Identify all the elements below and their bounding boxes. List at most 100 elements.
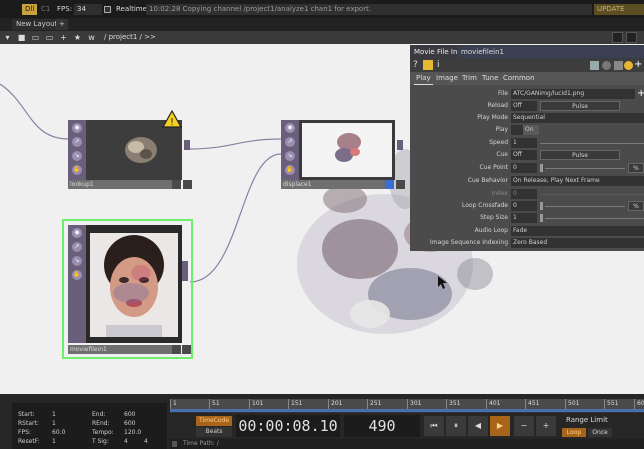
realtime-checkbox[interactable] (104, 6, 111, 13)
tab-trim[interactable]: Trim (460, 73, 479, 84)
tempo-value[interactable]: 120.0 (124, 429, 141, 436)
resetf-value[interactable]: 1 (52, 438, 56, 445)
rend-value[interactable]: 600 (124, 420, 135, 427)
viewer-icon[interactable]: ◉ (72, 228, 82, 238)
favorite-star-icon[interactable]: ★ (72, 32, 83, 43)
beats-mode-button[interactable]: Beats (196, 427, 232, 437)
bypass-icon[interactable]: ↗ (72, 137, 82, 147)
step-back-button[interactable]: − (514, 416, 534, 436)
script-icon[interactable] (614, 61, 623, 70)
loop-crossfade-slider[interactable] (545, 206, 625, 207)
step-size-slider[interactable] (545, 218, 644, 219)
pane-close-button[interactable] (626, 32, 637, 43)
viewer-icon[interactable]: ◉ (72, 123, 82, 133)
tab-play[interactable]: Play (414, 73, 433, 85)
file-browse-icon[interactable]: + (637, 88, 644, 100)
timeline-range-bar[interactable] (170, 409, 644, 412)
python-icon[interactable] (423, 60, 433, 70)
network-icon[interactable]: w (86, 32, 97, 43)
cue-point-slider-knob[interactable] (540, 164, 543, 172)
node-flag-box[interactable] (172, 345, 181, 354)
edit-icon[interactable] (590, 61, 599, 70)
timecode-display[interactable]: 00:00:08.10 (236, 415, 340, 437)
tab-image[interactable]: Image (434, 73, 460, 84)
viewer-icon[interactable]: ◉ (285, 123, 295, 133)
export-icon[interactable]: ↘ (72, 256, 82, 266)
cue-point-slider[interactable] (545, 168, 625, 169)
lock-icon[interactable]: ✋ (72, 165, 82, 175)
play-forward-button[interactable]: ▶ (490, 416, 510, 436)
reload-pulse-button[interactable]: Pulse (540, 101, 620, 111)
rstart-value[interactable]: 1 (52, 420, 56, 427)
loop-crossfade-units-button[interactable]: % (628, 201, 644, 211)
export-icon[interactable]: ↘ (72, 151, 82, 161)
cue-behavior-select[interactable]: On Release, Play Next Frame (511, 176, 644, 186)
pause-button[interactable]: ⏸ (446, 416, 466, 436)
bypass-icon[interactable]: ↗ (285, 137, 295, 147)
tab-new-layout[interactable]: New Layout (12, 19, 62, 30)
step-size-field[interactable]: 1 (511, 213, 537, 223)
network-path[interactable]: / project1 / >> (104, 31, 156, 44)
index-field[interactable]: 0 (511, 189, 537, 199)
ctrl-toggle[interactable]: C1 (38, 4, 53, 15)
node-displace1[interactable]: ◉ ↗ ↘ ✋ displace1 (281, 120, 405, 190)
update-button[interactable]: UPDATE (594, 4, 644, 15)
audio-loop-select[interactable]: Fade (511, 226, 644, 236)
menu-chevron-icon[interactable]: ▾ (2, 32, 13, 43)
play-toggle-off[interactable] (511, 125, 523, 135)
file-field[interactable]: ATC/GANimg/lucid1.png (511, 89, 635, 99)
lock-icon[interactable]: ✋ (285, 165, 295, 175)
forward-icon[interactable]: ▭ (44, 32, 55, 43)
node-lookup1[interactable]: ◉ ↗ ↘ ✋ lookup1 ! (68, 110, 192, 190)
node-flag-box[interactable] (183, 180, 192, 189)
bypass-icon[interactable]: ↗ (72, 242, 82, 252)
back-icon[interactable]: ▭ (30, 32, 41, 43)
loop-crossfade-slider-knob[interactable] (540, 202, 543, 210)
node-flag-box[interactable] (182, 345, 191, 354)
tsig-value-1[interactable]: 4 (124, 438, 128, 445)
output-connector[interactable] (184, 140, 190, 150)
node-moviefilein1[interactable]: ◉ ↗ ↘ ✋ moviefilein1 (62, 219, 193, 359)
palette-icon[interactable] (624, 61, 633, 70)
node-flag-box[interactable] (396, 180, 405, 189)
cue-toggle[interactable]: Off (511, 150, 537, 160)
add-icon[interactable]: + (58, 32, 69, 43)
tab-tune[interactable]: Tune (480, 73, 500, 84)
frame-display[interactable]: 490 (344, 415, 420, 437)
output-connector[interactable] (397, 140, 403, 150)
once-button[interactable]: Once (588, 428, 612, 437)
end-value[interactable]: 600 (124, 411, 135, 418)
tsig-value-2[interactable]: 4 (144, 438, 148, 445)
reload-toggle[interactable]: Off (511, 101, 537, 111)
output-connector[interactable] (182, 261, 188, 281)
speed-slider[interactable] (540, 143, 644, 144)
fps-info-value[interactable]: 60.0 (52, 429, 65, 436)
lock-icon[interactable]: ✋ (72, 270, 82, 280)
loop-button[interactable]: Loop (562, 428, 586, 437)
info-icon[interactable]: i (437, 60, 440, 71)
image-seq-indexing-select[interactable]: Zero Based (511, 238, 644, 248)
node-flag-box[interactable] (172, 180, 181, 189)
cue-point-field[interactable]: 0 (511, 163, 537, 173)
add-tab-button[interactable]: + (56, 19, 68, 30)
timecode-mode-button[interactable]: TimeCode (196, 416, 232, 426)
play-backward-button[interactable]: ◀ (468, 416, 488, 436)
export-icon[interactable]: ↘ (285, 151, 295, 161)
operator-name-field[interactable]: moviefilein1 (458, 46, 644, 58)
play-toggle-on[interactable]: On (523, 125, 539, 135)
time-path-toggle[interactable] (172, 441, 177, 447)
speed-field[interactable]: 1 (511, 138, 537, 148)
cue-point-units-button[interactable]: % (628, 163, 644, 173)
loop-crossfade-field[interactable]: 0 (511, 201, 537, 211)
comment-icon[interactable] (602, 61, 611, 70)
add-param-icon[interactable]: + (634, 59, 642, 71)
dll-toggle[interactable]: Dll (22, 4, 38, 15)
step-size-slider-knob[interactable] (540, 214, 543, 222)
cue-pulse-button[interactable]: Pulse (540, 150, 620, 160)
rewind-button[interactable]: ⏮ (424, 416, 444, 436)
index-slider[interactable] (540, 194, 644, 195)
tab-common[interactable]: Common (501, 73, 537, 84)
start-value[interactable]: 1 (52, 411, 56, 418)
stop-icon[interactable]: ■ (16, 32, 27, 43)
play-mode-select[interactable]: Sequential (511, 113, 644, 123)
